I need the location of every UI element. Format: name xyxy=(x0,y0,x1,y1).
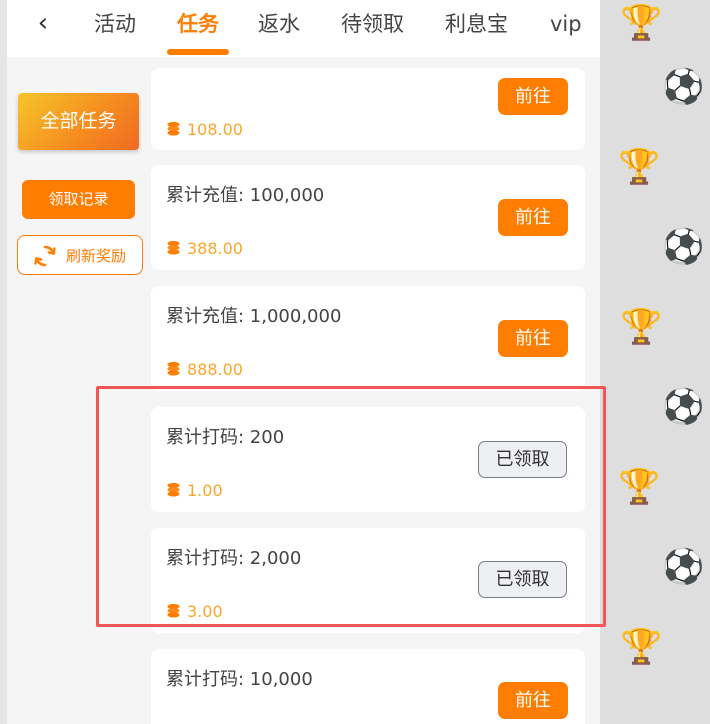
tab-tasks[interactable]: 任务 xyxy=(177,8,219,40)
chevron-left-icon[interactable]: ‹ xyxy=(31,8,55,38)
coin-stack-icon xyxy=(167,240,180,255)
task-reward-amount: 888.00 xyxy=(187,360,243,379)
soccer-ball-icon: ⚽ xyxy=(662,547,705,587)
background-pattern: 🏆 ⚽ 🏆 ⚽ 🏆 ⚽ 🏆 ⚽ 🏆 xyxy=(600,0,710,724)
app-panel: ‹ 活动 任务 返水 待领取 利息宝 vip 全部任务 领取记录 刷新奖励 10… xyxy=(7,0,600,724)
coin-stack-icon xyxy=(167,482,180,497)
soccer-ball-icon: ⚽ xyxy=(662,227,705,267)
task-card: 累计充值: 1,000,000 888.00 前往 xyxy=(151,286,585,391)
claimed-button: 已领取 xyxy=(478,441,567,478)
refresh-rewards-button[interactable]: 刷新奖励 xyxy=(17,235,143,275)
task-card: 累计打码: 200 1.00 已领取 xyxy=(151,407,585,512)
tab-activity[interactable]: 活动 xyxy=(94,8,136,40)
task-reward: 3.00 xyxy=(166,602,223,621)
task-card: 累计打码: 10,000 前往 xyxy=(151,649,585,724)
task-title: 累计充值: 100,000 xyxy=(166,185,325,206)
coin-stack-icon xyxy=(167,121,180,136)
task-reward: 888.00 xyxy=(166,360,243,379)
task-title: 累计打码: 2,000 xyxy=(166,548,302,569)
active-tab-indicator xyxy=(167,49,229,55)
task-card: 累计打码: 2,000 3.00 已领取 xyxy=(151,528,585,633)
coin-stack-icon xyxy=(167,361,180,376)
tab-pending[interactable]: 待领取 xyxy=(341,8,404,40)
soccer-ball-icon: ⚽ xyxy=(662,67,705,107)
go-button[interactable]: 前往 xyxy=(498,682,568,719)
trophy-icon: 🏆 xyxy=(618,467,661,507)
sidebar: 全部任务 领取记录 刷新奖励 xyxy=(7,57,147,724)
go-button[interactable]: 前往 xyxy=(498,199,568,236)
go-button[interactable]: 前往 xyxy=(498,320,568,357)
task-title: 累计充值: 1,000,000 xyxy=(166,306,342,327)
soccer-ball-icon: ⚽ xyxy=(662,387,705,427)
task-reward-amount: 3.00 xyxy=(187,602,223,621)
claimed-button: 已领取 xyxy=(478,561,567,598)
top-nav: ‹ 活动 任务 返水 待领取 利息宝 vip xyxy=(7,0,600,57)
trophy-icon: 🏆 xyxy=(620,3,663,43)
tab-rebate[interactable]: 返水 xyxy=(258,8,300,40)
task-card: 累计充值: 100,000 388.00 前往 xyxy=(151,165,585,270)
all-tasks-button[interactable]: 全部任务 xyxy=(18,93,139,150)
task-title: 累计打码: 10,000 xyxy=(166,669,313,690)
task-reward-amount: 1.00 xyxy=(187,481,223,500)
task-reward-amount: 388.00 xyxy=(187,239,243,258)
task-reward-amount: 108.00 xyxy=(187,120,243,139)
claim-record-button[interactable]: 领取记录 xyxy=(22,180,135,219)
coin-stack-icon xyxy=(167,603,180,618)
task-title: 累计打码: 200 xyxy=(166,427,285,448)
task-reward: 388.00 xyxy=(166,239,243,258)
trophy-icon: 🏆 xyxy=(620,627,663,667)
tab-vip[interactable]: vip xyxy=(550,8,582,40)
go-button[interactable]: 前往 xyxy=(498,78,568,115)
tab-interest[interactable]: 利息宝 xyxy=(445,8,508,40)
task-reward: 108.00 xyxy=(166,120,243,139)
task-reward: 1.00 xyxy=(166,481,223,500)
trophy-icon: 🏆 xyxy=(620,307,663,347)
task-card: 108.00 前往 xyxy=(151,68,585,150)
refresh-icon xyxy=(34,245,56,267)
trophy-icon: 🏆 xyxy=(618,147,661,187)
refresh-rewards-label: 刷新奖励 xyxy=(66,247,127,265)
